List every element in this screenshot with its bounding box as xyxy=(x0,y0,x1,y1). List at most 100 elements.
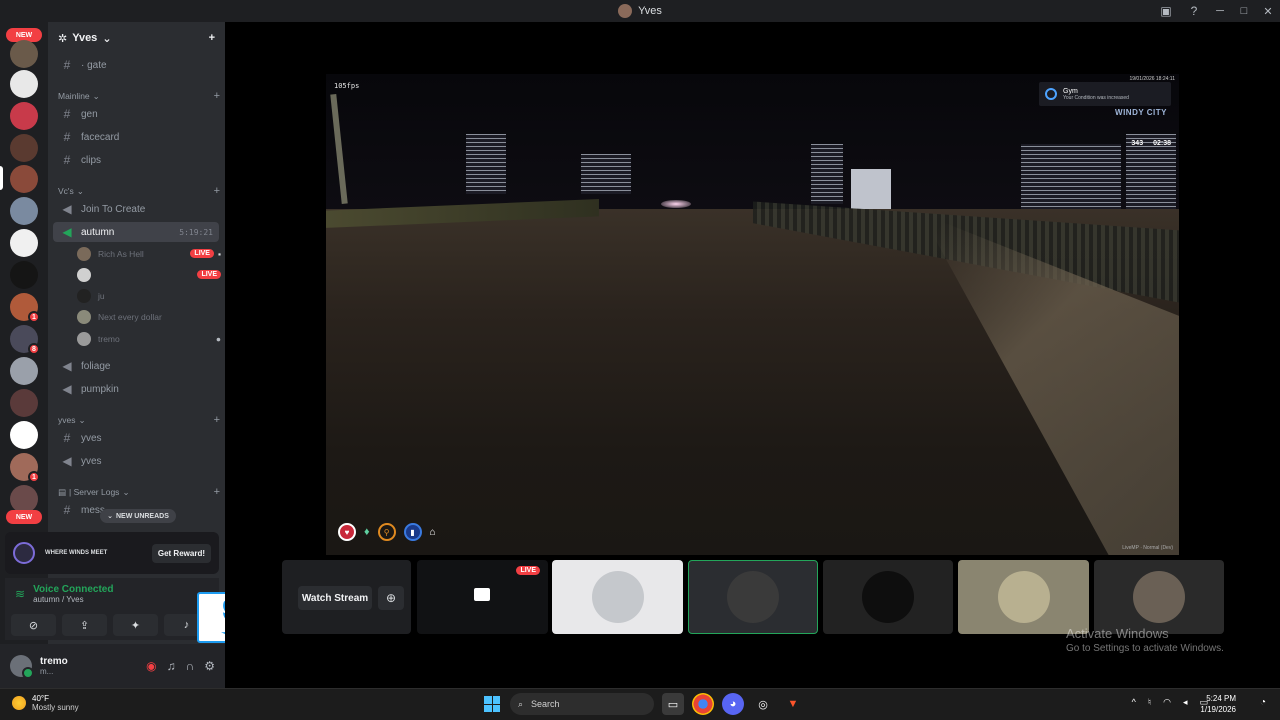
category-server-logs[interactable]: ▤ | Server Logs ⌄ + xyxy=(58,485,220,499)
city-logo: WINDY CITY xyxy=(1115,108,1167,117)
server-icon[interactable]: 1 xyxy=(10,293,40,323)
avatar xyxy=(591,571,644,623)
server-icon[interactable] xyxy=(10,357,38,385)
server-icon-selected[interactable] xyxy=(10,165,38,193)
server-icon[interactable] xyxy=(10,485,38,513)
participant-tile[interactable] xyxy=(823,560,953,634)
channel-pumpkin[interactable]: ◀ pumpkin xyxy=(53,379,219,399)
server-header[interactable]: ✲ Yves ⌄ + xyxy=(48,22,225,54)
voice-user[interactable]: LIVE xyxy=(77,265,221,284)
server-icon[interactable] xyxy=(10,261,38,289)
popout-icon[interactable]: ⊕ xyxy=(378,586,404,610)
search-icon: ⌕ xyxy=(518,698,524,709)
category-vcs[interactable]: Vc's ⌄ + xyxy=(58,184,220,198)
video-building xyxy=(466,134,506,194)
weather-condition: Mostly sunny xyxy=(32,703,79,712)
server-icon[interactable] xyxy=(10,229,38,257)
inbox-icon[interactable]: ▣ xyxy=(1152,0,1180,22)
avatar xyxy=(727,571,779,623)
stream-video[interactable]: 105fps 19/01/2026 18:24:11 Gym Your Cond… xyxy=(326,74,1179,555)
server-icon[interactable] xyxy=(10,134,38,162)
wifi-icon[interactable]: ◠ xyxy=(1163,697,1171,708)
channel-gen[interactable]: # gen xyxy=(53,104,219,124)
category-yves[interactable]: yves ⌄ + xyxy=(58,413,220,427)
headphones-icon[interactable]: ∩ xyxy=(186,659,195,673)
avatar[interactable] xyxy=(10,655,34,679)
microphone-icon[interactable]: ♮ xyxy=(1148,697,1151,708)
channel-join-to-create[interactable]: ◀ Join To Create xyxy=(53,199,219,219)
server-icon[interactable] xyxy=(10,197,38,225)
weather-widget[interactable]: 40°F Mostly sunny xyxy=(12,694,79,712)
camera-off-button[interactable]: ⊘ xyxy=(11,614,56,636)
new-pill-bottom[interactable]: NEW xyxy=(6,510,42,524)
watch-stream-button[interactable]: Watch Stream xyxy=(298,586,372,610)
channel-yves-text[interactable]: # yves xyxy=(53,428,219,448)
add-channel-icon[interactable]: + xyxy=(214,414,220,426)
server-icon[interactable] xyxy=(10,70,38,98)
server-icon[interactable] xyxy=(10,40,38,68)
chevron-up-icon[interactable]: ^ xyxy=(1132,697,1136,708)
clipboard-icon: ▤ xyxy=(58,486,67,497)
minimize-button[interactable]: ─ xyxy=(1208,0,1232,22)
volume-icon[interactable]: ◂ xyxy=(1183,697,1188,708)
live-badge: LIVE xyxy=(190,249,214,258)
voice-user[interactable]: ju xyxy=(77,286,221,305)
taskbar-clock[interactable]: 5:24 PM 1/19/2026 xyxy=(1200,694,1236,716)
taskbar-search[interactable]: ⌕ Search xyxy=(510,693,654,715)
add-channel-icon[interactable]: + xyxy=(214,486,220,498)
voice-user[interactable]: tremo ● xyxy=(77,329,221,348)
channel-yves-voice[interactable]: ◀ yves xyxy=(53,451,219,471)
channel-foliage[interactable]: ◀ foliage xyxy=(53,356,219,376)
get-reward-button[interactable]: Get Reward! xyxy=(151,543,211,563)
channel-label: yves xyxy=(81,455,102,467)
channel-clips[interactable]: # clips xyxy=(53,150,219,170)
steam-icon[interactable]: ◎ xyxy=(752,693,774,715)
add-channel-icon[interactable]: + xyxy=(214,90,220,102)
add-channel-icon[interactable]: + xyxy=(214,185,220,197)
health-icon: ♥ xyxy=(338,523,356,541)
channel-label: clips xyxy=(81,154,102,166)
add-member-icon[interactable]: + xyxy=(209,32,215,44)
server-icon[interactable]: 8 xyxy=(10,325,40,355)
reward-banner: WHERE WINDS MEET Get Reward! xyxy=(5,532,219,574)
live-badge: LIVE xyxy=(516,566,540,575)
avatar xyxy=(77,309,91,324)
channel-gate[interactable]: # · gate xyxy=(53,55,219,75)
task-view-icon[interactable]: ▭ xyxy=(662,693,684,715)
server-icon[interactable] xyxy=(10,389,38,417)
server-icon[interactable]: 1 xyxy=(10,453,40,483)
live-badge: LIVE xyxy=(197,270,221,279)
participant-tile[interactable] xyxy=(958,560,1089,634)
username[interactable]: tremo xyxy=(40,656,68,667)
notification-bell-icon[interactable]: ◔ xyxy=(1260,697,1266,708)
server-icon[interactable] xyxy=(10,421,38,449)
controller-icon[interactable]: ◉ xyxy=(146,659,156,673)
brave-icon[interactable]: ▼ xyxy=(782,693,804,715)
help-icon[interactable]: ? xyxy=(1180,0,1208,22)
voice-location[interactable]: autumn / Yves xyxy=(33,595,113,604)
gear-icon[interactable]: ⚙ xyxy=(204,659,215,673)
microphone-icon[interactable]: ♫ xyxy=(167,659,176,673)
close-button[interactable]: ✕ xyxy=(1256,0,1280,22)
participant-tile[interactable] xyxy=(552,560,683,634)
fps-counter: 105fps xyxy=(334,82,360,90)
participant-tile[interactable] xyxy=(1094,560,1224,634)
share-screen-button[interactable]: ⇪ xyxy=(62,614,107,636)
voice-user[interactable]: Rich As Hell LIVE ▪ xyxy=(77,244,221,263)
participant-tile-streaming[interactable]: LIVE xyxy=(417,560,548,634)
channel-autumn[interactable]: ◀ autumn 5:19:21 xyxy=(53,222,219,242)
channel-facecard[interactable]: # facecard xyxy=(53,127,219,147)
participant-tile-speaking[interactable] xyxy=(688,560,818,634)
activities-button[interactable]: ✦ xyxy=(113,614,158,636)
avatar xyxy=(862,571,914,623)
chrome-icon[interactable] xyxy=(692,693,714,715)
server-icon[interactable] xyxy=(10,102,38,130)
maximize-button[interactable]: □ xyxy=(1232,0,1256,22)
voice-user[interactable]: Next every dollar xyxy=(77,307,221,326)
category-mainline[interactable]: Mainline ⌄ + xyxy=(58,89,220,103)
channel-label: yves xyxy=(81,432,102,444)
discord-icon[interactable]: ◕ xyxy=(722,693,744,715)
signal-icon[interactable]: ≋ xyxy=(15,587,25,601)
new-unreads-pill[interactable]: ⌄ NEW UNREADS xyxy=(100,509,176,523)
windows-start-icon[interactable] xyxy=(482,694,502,714)
